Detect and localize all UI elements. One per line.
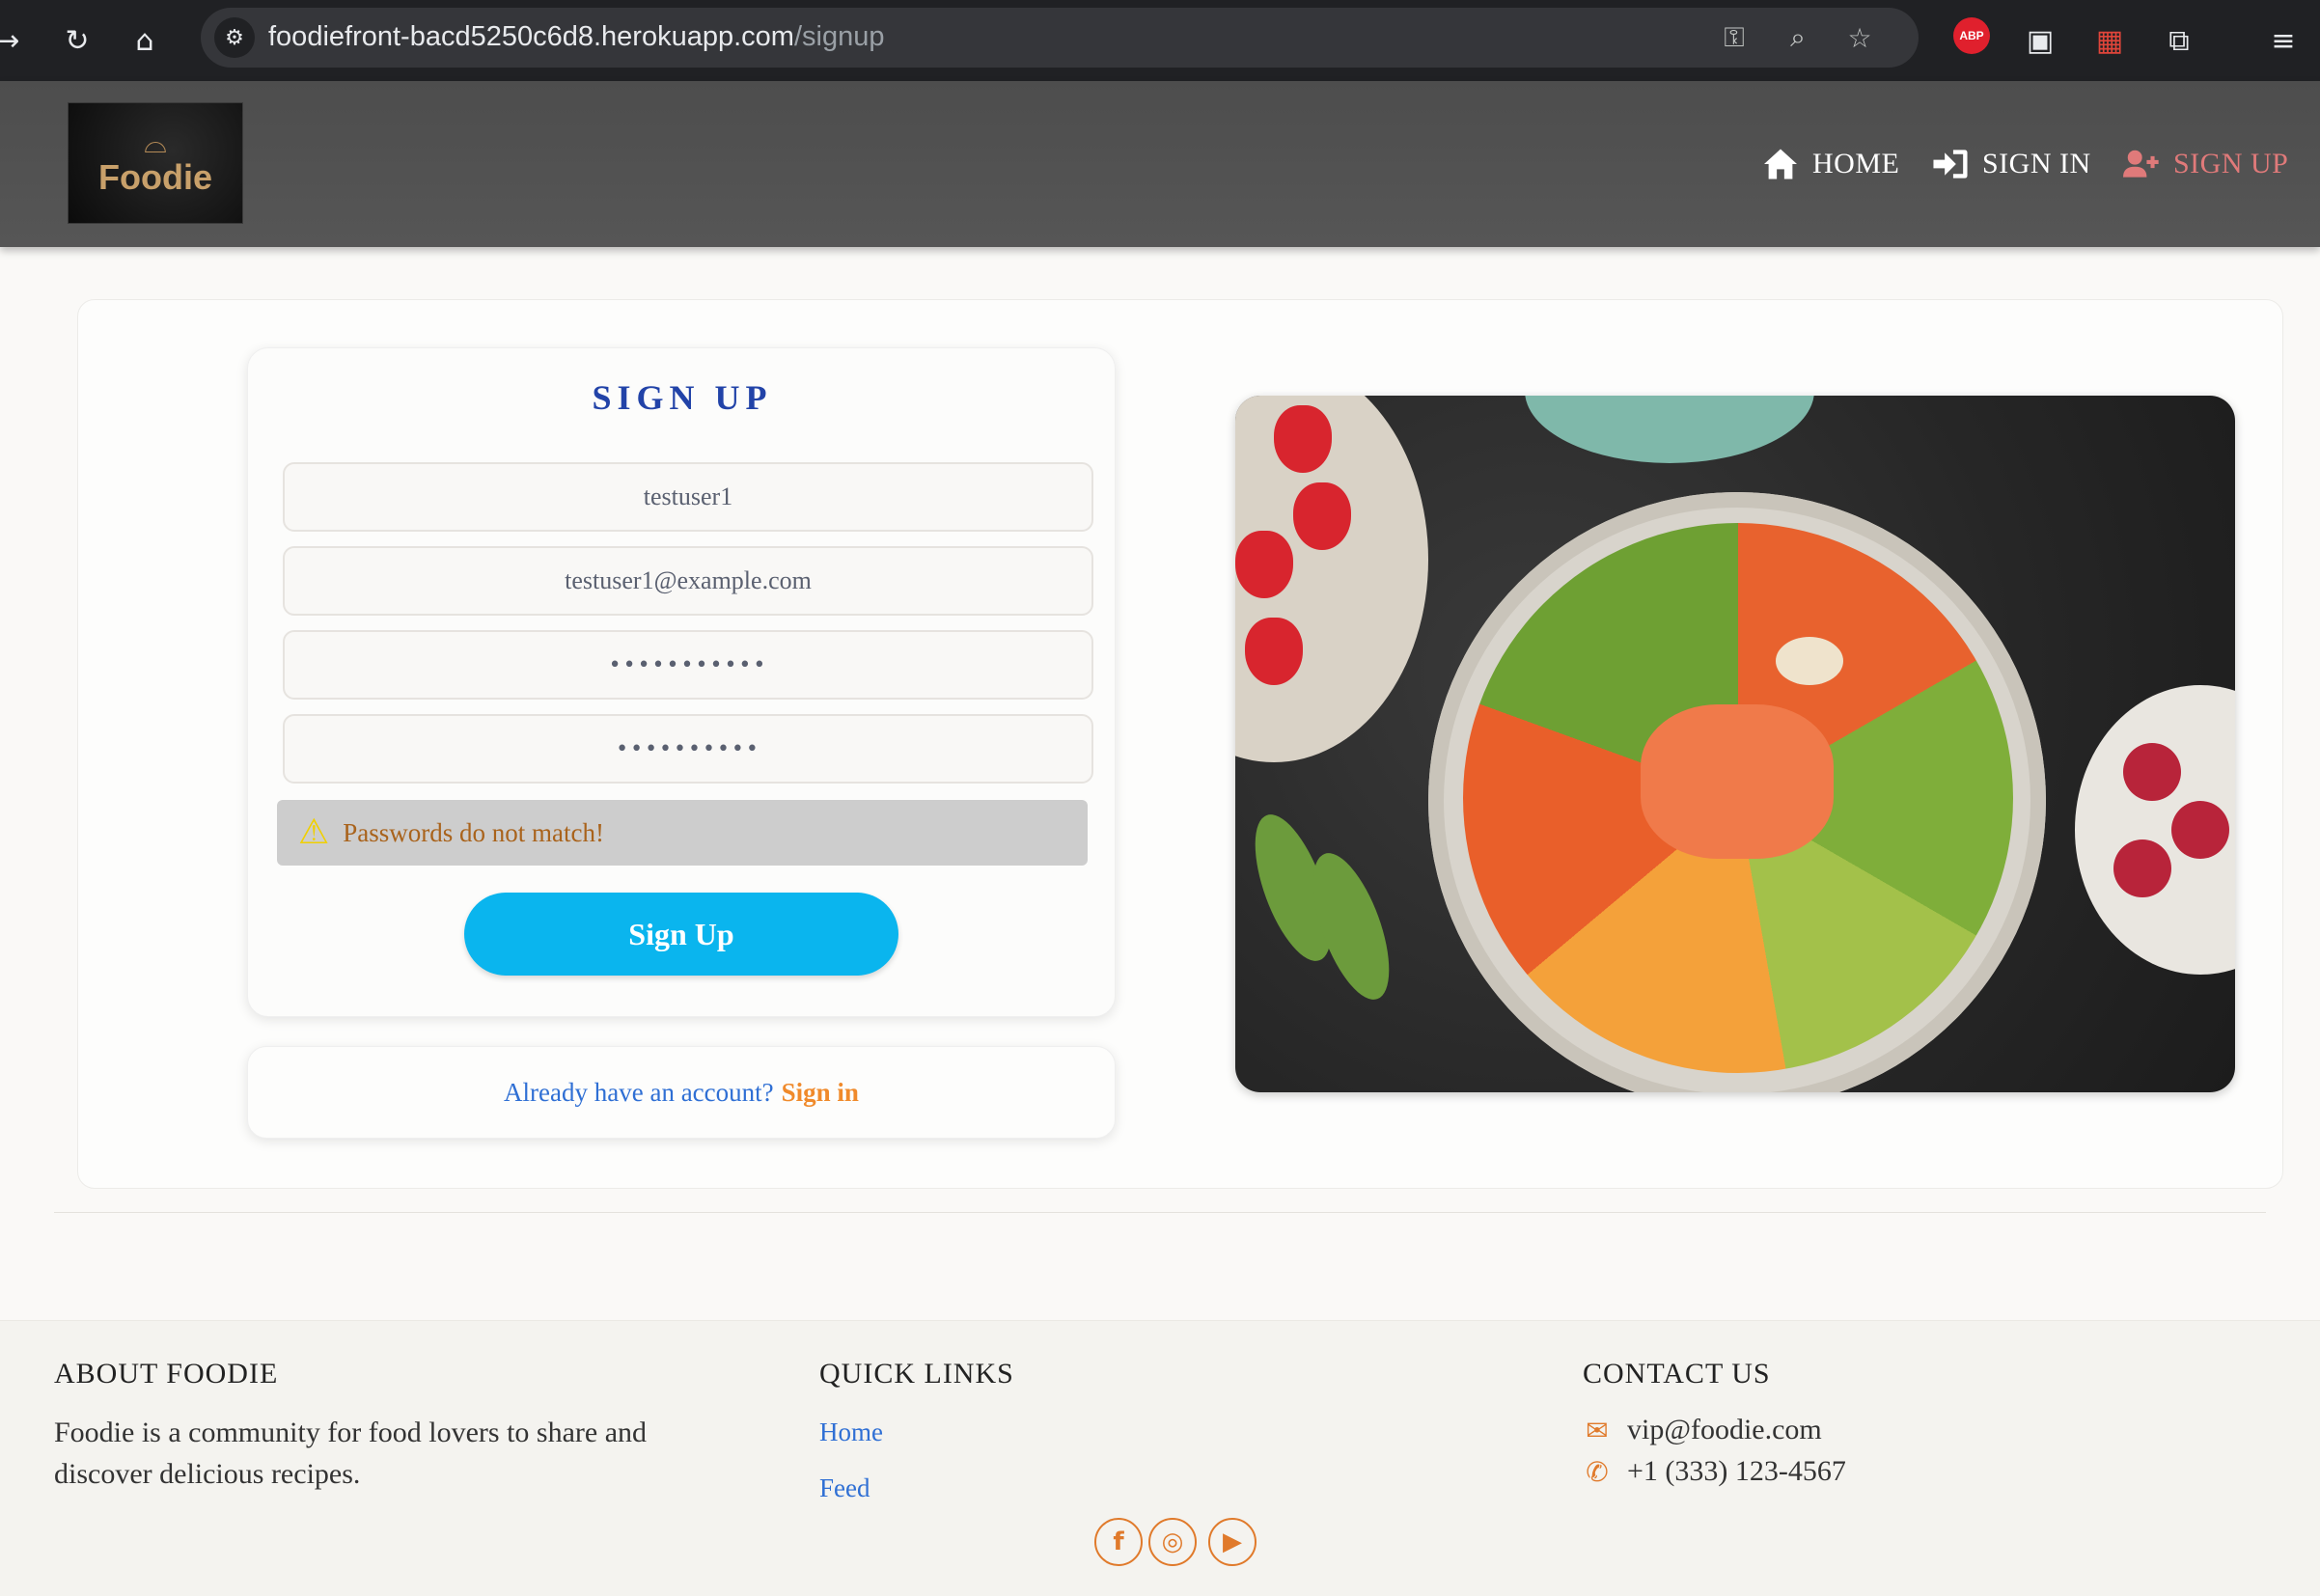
foodie-logo[interactable]: ⌓ Foodie	[68, 102, 243, 224]
about-title: ABOUT FOODIE	[54, 1358, 279, 1390]
browser-toolbar: → ↻ ⌂ ⚙ foodiefront-bacd5250c6d8.herokua…	[0, 0, 2320, 81]
user-plus-icon	[2123, 150, 2159, 178]
cashew	[1776, 637, 1843, 685]
reload-icon[interactable]: ↻	[56, 19, 98, 62]
password-field[interactable]	[283, 630, 1093, 700]
form-title: SIGN UP	[592, 378, 773, 417]
home-icon	[1764, 149, 1797, 179]
confirm-password-field[interactable]	[283, 714, 1093, 784]
address-bar[interactable]: ⚙ foodiefront-bacd5250c6d8.herokuapp.com…	[201, 8, 1919, 68]
extension-red-icon[interactable]: ▦	[2088, 19, 2131, 62]
contact-title: CONTACT US	[1583, 1358, 1771, 1390]
contact-email: ✉ vip@foodie.com	[1583, 1414, 1822, 1446]
facebook-icon[interactable]: f	[1094, 1518, 1143, 1566]
warning-icon: ⚠	[298, 812, 330, 852]
quick-links-title: QUICK LINKS	[819, 1358, 1014, 1390]
site-footer: ABOUT FOODIE Foodie is a community for f…	[0, 1320, 2320, 1596]
strawberry	[1235, 531, 1293, 598]
nav-sign-up-link[interactable]: SIGN UP	[2123, 145, 2288, 183]
strawberry	[1293, 482, 1351, 550]
food-bowl-image	[1235, 396, 2235, 1092]
footer-feed-link[interactable]: Feed	[819, 1473, 870, 1503]
signup-form-card: SIGN UP ⚠ Passwords do not match! Sign U…	[247, 347, 1116, 1017]
reading-list-icon[interactable]: ≡	[2262, 19, 2305, 62]
phone-icon: ✆	[1586, 1455, 1609, 1488]
strawberry	[1245, 618, 1303, 685]
password-mismatch-alert: ⚠ Passwords do not match!	[277, 800, 1088, 866]
sign-in-link[interactable]: Sign in	[782, 1078, 859, 1108]
account-question: Already have an account?	[504, 1077, 774, 1107]
site-navbar: ⌓ Foodie HOME SIGN IN SIGN UP	[0, 81, 2320, 247]
username-field[interactable]	[283, 462, 1093, 532]
strawberry	[1274, 405, 1332, 473]
raspberry	[2171, 801, 2229, 859]
extensions-puzzle-icon[interactable]: ⧉	[2158, 19, 2200, 62]
site-settings-icon[interactable]: ⚙	[214, 17, 255, 58]
email-field[interactable]	[283, 546, 1093, 616]
extension-icon[interactable]: ▣	[2019, 19, 2061, 62]
nav-home-link[interactable]: HOME	[1762, 145, 1899, 183]
contact-phone: ✆ +1 (333) 123-4567	[1583, 1455, 1846, 1488]
instagram-icon[interactable]: ◎	[1148, 1518, 1197, 1566]
sign-in-prompt-card: Already have an account? Sign in	[247, 1046, 1116, 1139]
raspberry	[2123, 743, 2181, 801]
adblock-extension-icon[interactable]: ABP	[1953, 17, 1990, 54]
croissant-icon: ⌓	[144, 126, 167, 160]
envelope-icon: ✉	[1586, 1414, 1609, 1446]
footer-home-link[interactable]: Home	[819, 1417, 883, 1447]
nav-sign-in-link[interactable]: SIGN IN	[1932, 145, 2091, 183]
zoom-icon[interactable]: ⌕	[1778, 17, 1818, 58]
salmon	[1641, 704, 1834, 859]
bookmark-star-icon[interactable]: ☆	[1839, 17, 1880, 58]
about-text: Foodie is a community for food lovers to…	[54, 1417, 648, 1490]
sign-in-icon	[1933, 150, 1968, 179]
key-icon[interactable]: ⚿	[1714, 17, 1754, 58]
youtube-icon[interactable]: ▶	[1208, 1518, 1257, 1566]
footer-divider	[54, 1212, 2266, 1213]
url-text[interactable]: foodiefront-bacd5250c6d8.herokuapp.com/s…	[268, 21, 884, 53]
sign-up-button[interactable]: Sign Up	[464, 893, 898, 976]
blueberry-bowl	[1525, 396, 1814, 463]
forward-icon[interactable]: →	[0, 19, 29, 62]
raspberry	[2113, 839, 2171, 897]
home-icon[interactable]: ⌂	[124, 19, 166, 62]
